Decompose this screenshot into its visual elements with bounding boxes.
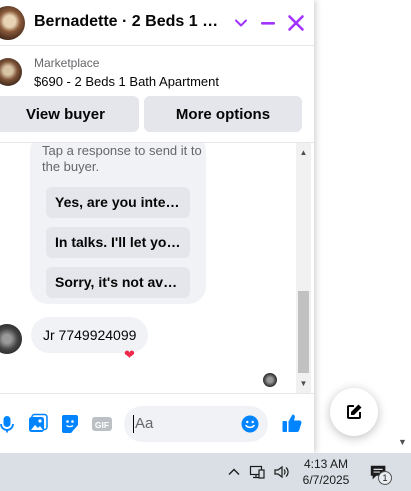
quick-reply-button[interactable]: Yes, are you interested? (46, 187, 190, 218)
message-input[interactable]: Aa (124, 406, 268, 442)
quick-reply-button[interactable]: Sorry, it's not available. (46, 267, 190, 298)
more-options-button[interactable]: More options (144, 96, 302, 132)
notification-badge: 1 (378, 471, 392, 485)
contact-avatar[interactable] (0, 6, 25, 40)
close-icon[interactable] (284, 11, 308, 35)
listing-info[interactable]: Marketplace $690 - 2 Beds 1 Bath Apartme… (0, 47, 314, 95)
new-message-button[interactable] (330, 388, 378, 436)
quick-reply-button[interactable]: In talks. I'll let you know. (46, 227, 190, 258)
compose-icon (347, 404, 362, 419)
message-placeholder: Aa (135, 415, 154, 432)
microphone-icon[interactable] (0, 413, 18, 435)
composer: GIF Aa (0, 393, 314, 453)
chevron-up-icon[interactable] (226, 464, 242, 480)
scrollbar-thumb[interactable] (298, 291, 309, 373)
chat-header: Bernadette · 2 Beds 1 Bath Apartment (0, 0, 314, 46)
sender-avatar (0, 324, 22, 354)
listing-kind: Marketplace (34, 56, 100, 70)
taskbar: 4:13 AM 6/7/2025 1 (0, 453, 411, 491)
chat-title[interactable]: Bernadette · 2 Beds 1 Bath Apartment (34, 13, 228, 31)
network-icon[interactable] (249, 464, 265, 480)
heart-reaction-icon[interactable]: ❤ (124, 347, 135, 363)
gif-icon[interactable]: GIF (91, 413, 113, 435)
taskbar-clock[interactable]: 4:13 AM 6/7/2025 (296, 456, 356, 488)
photo-icon[interactable] (27, 413, 49, 435)
listing-thumbnail (0, 58, 22, 86)
chevron-down-icon[interactable] (229, 11, 253, 35)
clock-time: 4:13 AM (303, 457, 349, 471)
seen-avatar (263, 373, 277, 387)
emoji-icon[interactable] (241, 415, 259, 433)
clock-date: 6/7/2025 (302, 473, 350, 487)
minimize-icon[interactable] (256, 11, 280, 35)
hint-text: Tap a response to send it to the buyer. (42, 143, 202, 174)
view-buyer-button[interactable]: View buyer (0, 96, 139, 132)
text-caret (133, 415, 134, 433)
message-list: Tap a response to send it to the buyer. … (0, 143, 296, 393)
message-scrollbar[interactable]: ▲ ▼ (296, 143, 311, 393)
chat-window: Bernadette · 2 Beds 1 Bath Apartment Mar… (0, 0, 314, 453)
scroll-up-icon[interactable]: ▲ (296, 145, 311, 160)
sticker-icon[interactable] (59, 413, 81, 435)
volume-icon[interactable] (273, 464, 289, 480)
scroll-down-icon[interactable]: ▼ (296, 376, 311, 391)
gif-label: GIF (95, 420, 109, 430)
notification-button[interactable]: 1 (369, 463, 392, 485)
listing-description: $690 - 2 Beds 1 Bath Apartment (34, 74, 220, 89)
page-scroll-down-icon[interactable]: ▼ (398, 437, 407, 447)
like-icon[interactable] (281, 412, 303, 434)
